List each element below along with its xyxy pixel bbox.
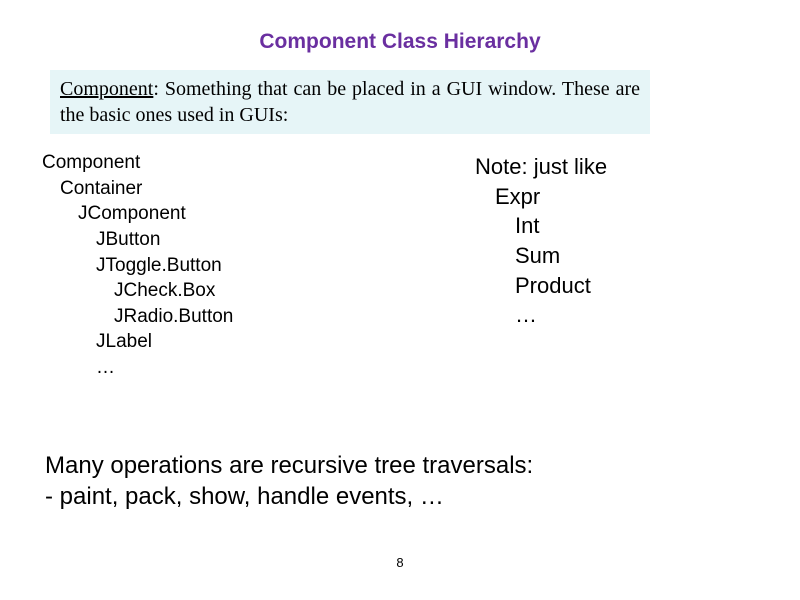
tree-node: JLabel	[42, 329, 233, 355]
tree-node: Container	[42, 176, 233, 202]
tree-node: …	[475, 300, 607, 330]
summary-text: Many operations are recursive tree trave…	[45, 450, 740, 512]
tree-note: Note: just like	[475, 152, 607, 182]
tree-node: JComponent	[42, 201, 233, 227]
tree-node: JButton	[42, 227, 233, 253]
summary-line: - paint, pack, show, handle events, …	[45, 481, 740, 512]
slide-title: Component Class Hierarchy	[0, 30, 800, 54]
definition-term: Component	[60, 78, 153, 100]
analogy-tree: Note: just like Expr Int Sum Product …	[475, 152, 607, 330]
slide: Component Class Hierarchy Component: Som…	[0, 0, 800, 600]
tree-node: JRadio.Button	[42, 304, 233, 330]
summary-line: Many operations are recursive tree trave…	[45, 450, 740, 481]
tree-node: Component	[42, 150, 233, 176]
tree-node: JToggle.Button	[42, 253, 233, 279]
tree-node: Sum	[475, 241, 607, 271]
definition-box: Component: Something that can be placed …	[50, 70, 650, 134]
page-number: 8	[0, 555, 800, 570]
tree-node: JCheck.Box	[42, 278, 233, 304]
tree-node: Int	[475, 211, 607, 241]
tree-node: Product	[475, 271, 607, 301]
tree-node: Expr	[475, 182, 607, 212]
class-hierarchy-tree: Component Container JComponent JButton J…	[42, 150, 233, 381]
tree-node: …	[42, 355, 233, 381]
